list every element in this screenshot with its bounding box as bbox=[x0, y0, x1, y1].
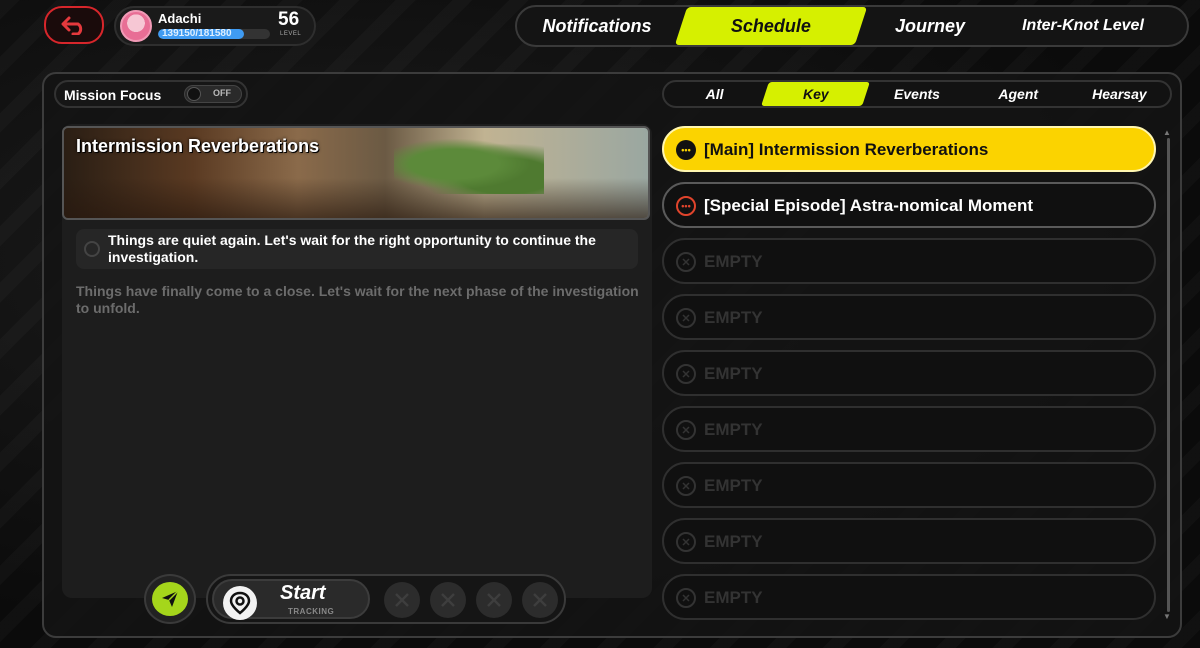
mission-banner-image: Intermission Reverberations bbox=[62, 126, 650, 220]
mission-row-empty[interactable]: EMPTY bbox=[662, 518, 1156, 564]
tracking-slot[interactable] bbox=[430, 582, 466, 618]
tab-notifications[interactable]: Notifications bbox=[517, 7, 677, 45]
mission-label: EMPTY bbox=[704, 308, 763, 327]
scroll-up-icon[interactable]: ▲ bbox=[1163, 128, 1171, 137]
commission-icon: ••• bbox=[676, 196, 696, 216]
mission-label: [Main] Intermission Reverberations bbox=[704, 140, 989, 159]
scroll-down-icon[interactable]: ▼ bbox=[1163, 612, 1171, 621]
mission-label: [Special Episode] Astra-nomical Moment bbox=[704, 196, 1034, 215]
back-arrow-icon bbox=[61, 16, 83, 35]
mission-label: EMPTY bbox=[704, 588, 763, 607]
location-pin-icon bbox=[223, 586, 257, 620]
tracking-slot[interactable] bbox=[476, 582, 512, 618]
share-button[interactable] bbox=[144, 574, 196, 624]
empty-slot-icon bbox=[676, 476, 696, 496]
close-icon bbox=[487, 593, 501, 607]
empty-slot-icon bbox=[676, 364, 696, 384]
top-tab-bar: Notifications Schedule Journey Inter-Kno… bbox=[515, 5, 1189, 47]
send-icon bbox=[152, 582, 188, 616]
tracking-bar: Start TRACKING bbox=[206, 574, 566, 624]
tracking-slot[interactable] bbox=[522, 582, 558, 618]
mission-label: EMPTY bbox=[704, 476, 763, 495]
filter-tab-key[interactable]: Key bbox=[761, 82, 871, 106]
mission-step: Things are quiet again. Let's wait for t… bbox=[76, 229, 638, 269]
start-label: Start bbox=[280, 582, 326, 604]
filter-tab-hearsay[interactable]: Hearsay bbox=[1069, 82, 1170, 106]
empty-slot-icon bbox=[676, 252, 696, 272]
toggle-knob bbox=[187, 87, 201, 101]
empty-slot-icon bbox=[676, 588, 696, 608]
close-icon bbox=[441, 593, 455, 607]
mission-list-scrollbar[interactable]: ▲ ▼ bbox=[1163, 128, 1173, 622]
filter-tab-agent[interactable]: Agent bbox=[968, 82, 1069, 106]
player-name: Adachi bbox=[158, 11, 202, 26]
mission-row-empty[interactable]: EMPTY bbox=[662, 238, 1156, 284]
tab-journey[interactable]: Journey bbox=[865, 7, 995, 45]
avatar bbox=[120, 10, 152, 42]
level-label: LEVEL bbox=[280, 31, 302, 37]
tab-schedule[interactable]: Schedule bbox=[674, 7, 868, 45]
filter-tab-bar: All Key Events Agent Hearsay bbox=[662, 80, 1172, 108]
start-tracking-button[interactable]: Start TRACKING bbox=[212, 579, 370, 620]
close-icon bbox=[395, 593, 409, 607]
mission-focus-toggle[interactable]: OFF bbox=[184, 85, 242, 103]
mission-label: EMPTY bbox=[704, 532, 763, 551]
xp-text: 139150/181580 bbox=[162, 29, 232, 39]
empty-slot-icon bbox=[676, 532, 696, 552]
mission-label: EMPTY bbox=[704, 252, 763, 271]
back-button[interactable] bbox=[44, 6, 104, 44]
empty-slot-icon bbox=[676, 420, 696, 440]
tracking-label: TRACKING bbox=[288, 607, 335, 616]
mission-description: Things have finally come to a close. Let… bbox=[76, 283, 639, 316]
empty-slot-icon bbox=[676, 308, 696, 328]
filter-tab-all[interactable]: All bbox=[664, 82, 765, 106]
tab-inter-knot-level[interactable]: Inter-Knot Level bbox=[995, 7, 1171, 45]
filter-tab-events[interactable]: Events bbox=[866, 82, 967, 106]
level-number: 56 bbox=[278, 9, 300, 30]
mission-label: EMPTY bbox=[704, 364, 763, 383]
xp-bar: 139150/181580 bbox=[158, 29, 270, 39]
mission-row-special[interactable]: ••• [Special Episode] Astra-nomical Mome… bbox=[662, 182, 1156, 228]
mission-row-main[interactable]: ••• [Main] Intermission Reverberations bbox=[662, 126, 1156, 172]
commission-icon: ••• bbox=[676, 140, 696, 160]
mission-row-empty[interactable]: EMPTY bbox=[662, 294, 1156, 340]
mission-focus-label: Mission Focus bbox=[64, 87, 162, 103]
mission-label: EMPTY bbox=[704, 420, 763, 439]
step-text: Things are quiet again. Let's wait for t… bbox=[108, 232, 596, 265]
step-status-icon bbox=[84, 241, 100, 257]
tracking-slot[interactable] bbox=[384, 582, 420, 618]
scroll-track[interactable] bbox=[1167, 138, 1170, 612]
mission-title: Intermission Reverberations bbox=[76, 136, 320, 156]
mission-row-empty[interactable]: EMPTY bbox=[662, 350, 1156, 396]
mission-row-empty[interactable]: EMPTY bbox=[662, 574, 1156, 620]
banner-tree-art bbox=[394, 134, 544, 194]
close-icon bbox=[533, 593, 547, 607]
mission-row-empty[interactable]: EMPTY bbox=[662, 406, 1156, 452]
toggle-state: OFF bbox=[213, 88, 231, 98]
mission-row-empty[interactable]: EMPTY bbox=[662, 462, 1156, 508]
mission-focus-control: Mission Focus OFF bbox=[54, 80, 248, 108]
profile-card[interactable]: Adachi 139150/181580 56 LEVEL bbox=[114, 6, 316, 46]
